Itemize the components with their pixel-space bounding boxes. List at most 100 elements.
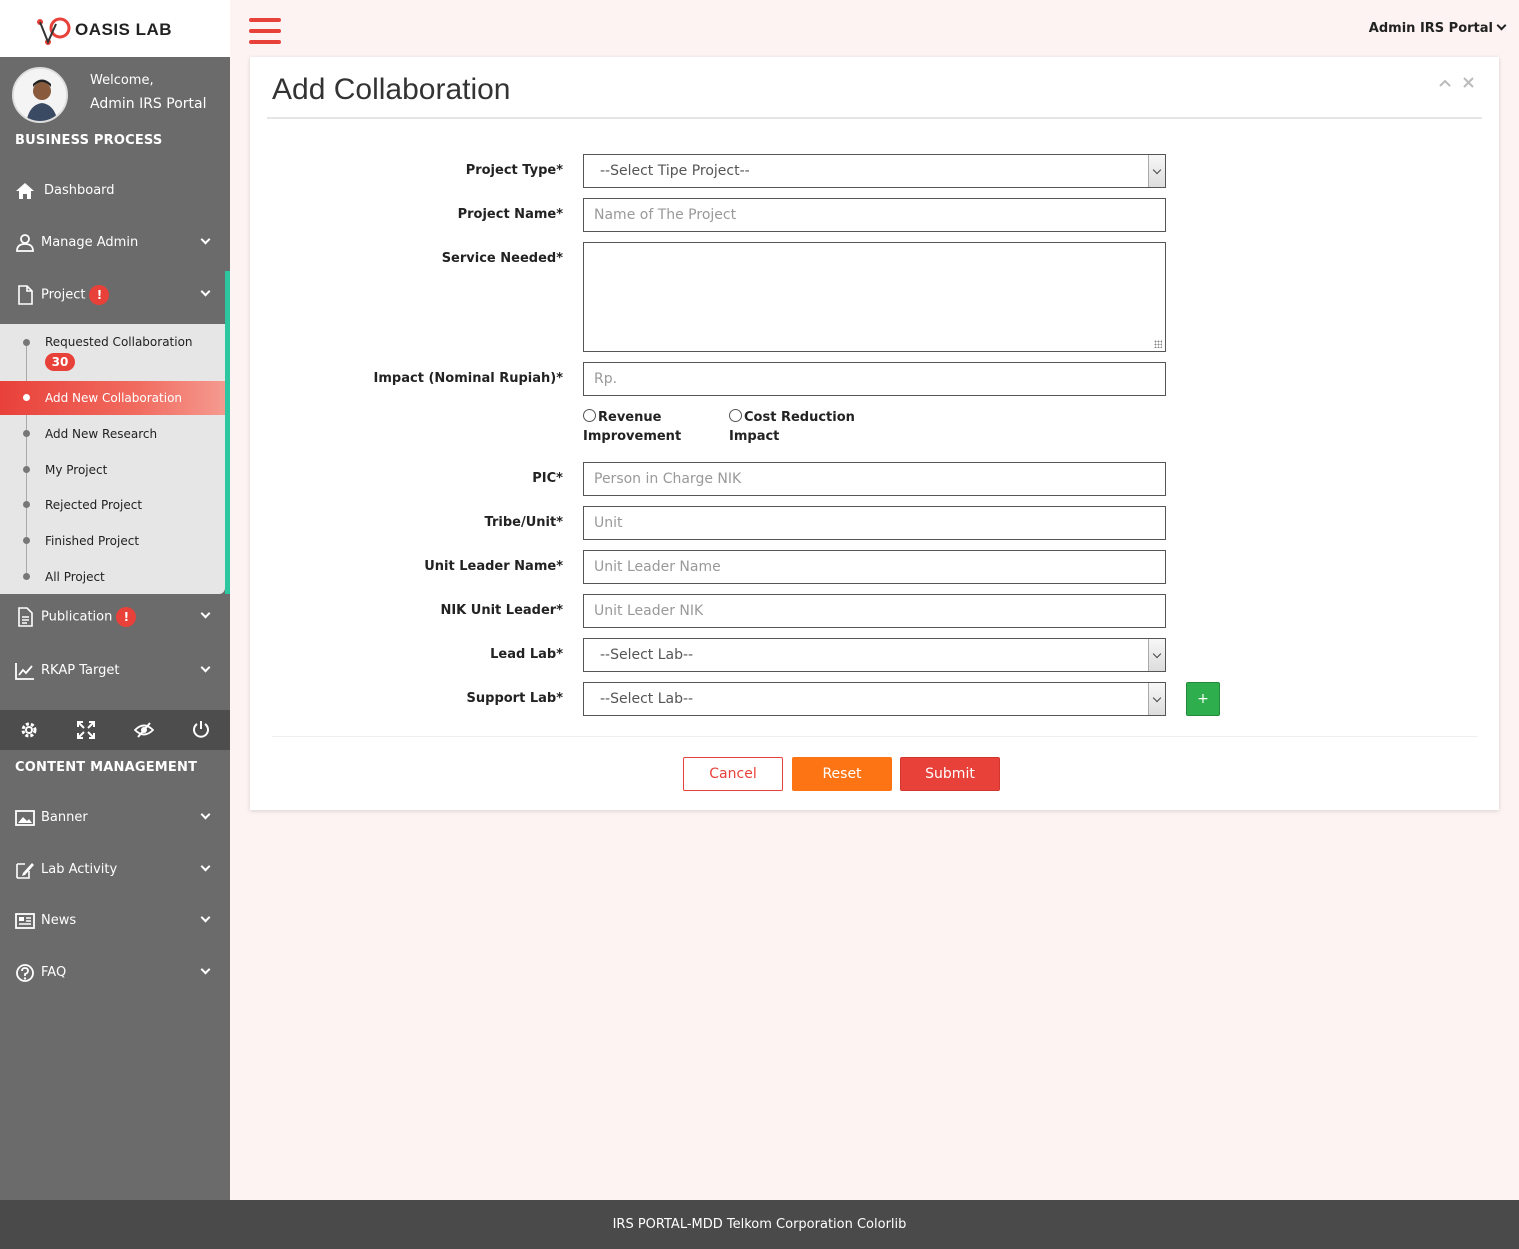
- nik-unit-leader-input[interactable]: Unit Leader NIK: [583, 594, 1166, 628]
- business-process-heading: BUSINESS PROCESS: [15, 133, 163, 148]
- sidebar-item-banner[interactable]: Banner: [0, 798, 230, 838]
- hamburger-menu-icon[interactable]: [249, 18, 281, 48]
- submenu-item-label: Rejected Project: [45, 498, 143, 512]
- submenu-item-label: All Project: [45, 570, 105, 584]
- page-title: Add Collaboration: [272, 73, 511, 106]
- user-icon: [16, 234, 34, 252]
- chevron-down-icon: [200, 964, 211, 975]
- radio-label: Revenue: [598, 410, 662, 425]
- bullet: [23, 501, 30, 508]
- radio-circle[interactable]: [583, 409, 596, 422]
- submenu-item-label: Add New Collaboration: [45, 391, 183, 405]
- sidebar-item-dashboard[interactable]: Dashboard: [0, 171, 230, 211]
- sidebar-item-project[interactable]: Project!: [0, 275, 230, 315]
- sidebar-item-rkap-target[interactable]: RKAP Target: [0, 651, 230, 691]
- alert-badge: !: [89, 285, 110, 305]
- reset-button[interactable]: Reset: [792, 757, 892, 791]
- sidebar-item-manage-admin[interactable]: Manage Admin: [0, 223, 230, 263]
- project-name-label: Project Name*: [457, 207, 563, 222]
- sidebar-item-label: FAQ: [41, 965, 67, 980]
- submenu-item-add-new-research[interactable]: Add New Research: [0, 417, 225, 451]
- lead-lab-select[interactable]: --Select Lab--: [583, 638, 1166, 672]
- newspaper-icon: [15, 913, 35, 929]
- file-icon: [18, 285, 33, 305]
- radio-circle[interactable]: [729, 409, 742, 422]
- top-bar: OASIS LAB Admin IRS Portal: [0, 0, 1519, 57]
- unit-leader-name-label: Unit Leader Name*: [424, 559, 563, 574]
- project-type-select[interactable]: --Select Tipe Project--: [583, 154, 1166, 188]
- chevron-down-icon: [200, 912, 211, 923]
- radio-label-line2: Impact: [729, 429, 780, 444]
- submenu-item-finished-project[interactable]: Finished Project: [0, 524, 225, 558]
- chevron-down-icon: [1496, 20, 1507, 31]
- bullet: [23, 430, 30, 437]
- submenu-item-label: Finished Project: [45, 534, 140, 548]
- chevron-down-icon: [200, 286, 211, 297]
- submenu-item-add-new-collaboration[interactable]: Add New Collaboration: [0, 381, 225, 415]
- bullet: [23, 537, 30, 544]
- submenu-item-my-project[interactable]: My Project: [0, 453, 225, 487]
- avatar[interactable]: [12, 67, 68, 123]
- chevron-down-icon: [200, 662, 211, 673]
- tribe-unit-input[interactable]: Unit: [583, 506, 1166, 540]
- resize-handle-icon[interactable]: [1154, 340, 1162, 348]
- sidebar: Welcome, Admin IRS Portal BUSINESS PROCE…: [0, 57, 230, 1200]
- sidebar-item-label: News: [41, 913, 77, 928]
- chevron-down-icon: [1148, 155, 1165, 187]
- sidebar-item-publication[interactable]: Publication!: [0, 597, 230, 637]
- divider: [267, 117, 1482, 119]
- lead-lab-value: --Select Lab--: [600, 647, 694, 663]
- brand[interactable]: OASIS LAB: [0, 0, 230, 57]
- service-needed-label: Service Needed*: [441, 251, 563, 266]
- sidebar-item-publication-label: Publication!: [41, 607, 137, 627]
- impact-input[interactable]: Rp.: [583, 362, 1166, 396]
- project-name-input[interactable]: Name of The Project: [583, 198, 1166, 232]
- tribe-unit-label: Tribe/Unit*: [484, 515, 563, 530]
- document-icon: [18, 607, 33, 627]
- footer: IRS PORTAL-MDD Telkom Corporation Colorl…: [0, 1200, 1519, 1249]
- submenu-item-label: My Project: [45, 463, 108, 477]
- collapse-icon[interactable]: [1438, 78, 1451, 88]
- welcome-text: Welcome,: [90, 73, 154, 88]
- eye-off-icon[interactable]: [134, 720, 154, 740]
- pic-input[interactable]: Person in Charge NIK: [583, 462, 1166, 496]
- cost-reduction-impact-radio[interactable]: Cost Reduction Impact: [729, 408, 855, 446]
- unit-leader-name-input[interactable]: Unit Leader Name: [583, 550, 1166, 584]
- submit-button[interactable]: Submit: [900, 757, 1000, 791]
- bullet: [23, 573, 30, 580]
- content-management-heading: CONTENT MANAGEMENT: [15, 760, 198, 775]
- submenu-item-rejected-project[interactable]: Rejected Project: [0, 488, 225, 522]
- power-icon[interactable]: [191, 720, 211, 740]
- submenu-item-all-project[interactable]: All Project: [0, 560, 225, 594]
- close-icon[interactable]: [1463, 77, 1474, 88]
- chevron-down-icon: [1148, 639, 1165, 671]
- revenue-improvement-radio[interactable]: Revenue Improvement: [583, 408, 681, 446]
- user-menu[interactable]: Admin IRS Portal: [1369, 20, 1507, 36]
- submenu-item-requested-collaboration[interactable]: Requested Collaboration 30: [0, 324, 225, 380]
- chevron-down-icon: [200, 861, 211, 872]
- nik-unit-leader-label: NIK Unit Leader*: [440, 603, 563, 618]
- support-lab-value: --Select Lab--: [600, 691, 694, 707]
- support-lab-select[interactable]: --Select Lab--: [583, 682, 1166, 716]
- sidebar-item-faq[interactable]: FAQ: [0, 953, 230, 993]
- alert-badge: !: [116, 607, 137, 627]
- chevron-down-icon: [200, 234, 211, 245]
- pic-label: PIC*: [532, 471, 563, 486]
- home-icon: [16, 183, 34, 199]
- add-support-lab-button[interactable]: +: [1186, 682, 1220, 716]
- count-badge: 30: [45, 353, 75, 371]
- sidebar-item-label: Lab Activity: [41, 862, 118, 877]
- radio-label: Cost Reduction: [744, 410, 855, 425]
- cancel-button[interactable]: Cancel: [683, 757, 783, 791]
- edit-document-icon: [16, 863, 34, 879]
- expand-icon[interactable]: [76, 720, 96, 740]
- support-lab-label: Support Lab*: [466, 691, 563, 706]
- service-needed-textarea[interactable]: [583, 242, 1166, 352]
- gear-icon[interactable]: [19, 720, 39, 740]
- add-collaboration-panel: Add Collaboration Project Type* --Select…: [250, 57, 1499, 810]
- sidebar-item-label: Project: [41, 287, 86, 303]
- sidebar-item-news[interactable]: News: [0, 901, 230, 941]
- panel-tools: [1431, 76, 1474, 92]
- line-chart-icon: [15, 663, 34, 680]
- sidebar-item-lab-activity[interactable]: Lab Activity: [0, 850, 230, 890]
